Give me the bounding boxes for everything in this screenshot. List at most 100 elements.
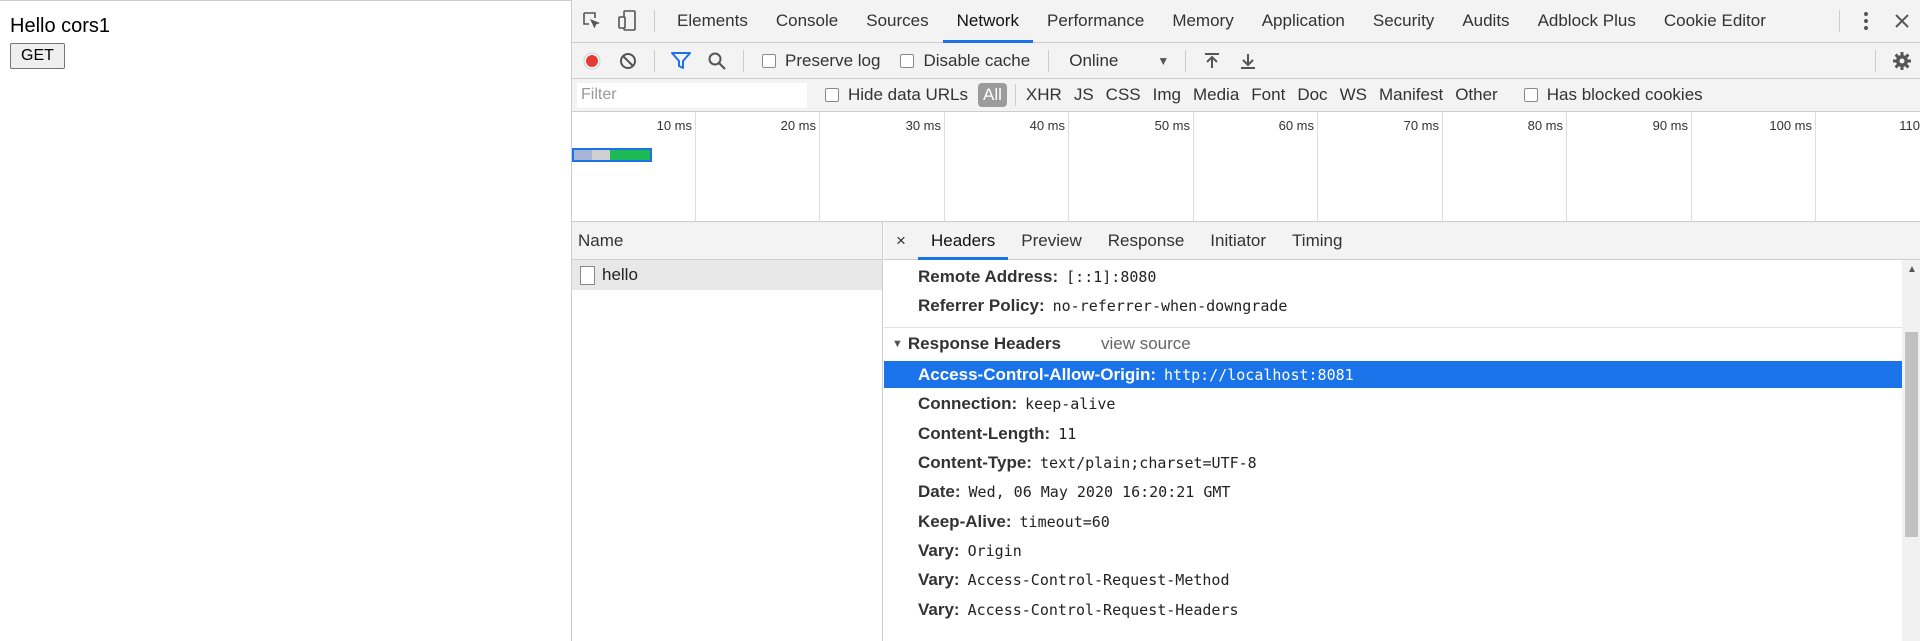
separator (654, 10, 655, 32)
preserve-log-checkbox[interactable]: Preserve log (762, 51, 880, 71)
tab-performance[interactable]: Performance (1033, 0, 1158, 43)
filter-type-font[interactable]: Font (1245, 85, 1291, 105)
view-source-link[interactable]: view source (1101, 334, 1191, 354)
response-header-row[interactable]: Keep-Alive: timeout=60 (884, 508, 1902, 535)
filter-type-css[interactable]: CSS (1100, 85, 1147, 105)
response-header-row-selected[interactable]: Access-Control-Allow-Origin: http://loca… (884, 361, 1902, 388)
filter-type-doc[interactable]: Doc (1291, 85, 1333, 105)
timeline-tick: 50 ms (1069, 112, 1194, 221)
scroll-up-arrow-icon[interactable]: ▲ (1907, 264, 1917, 275)
tab-sources[interactable]: Sources (852, 0, 942, 43)
document-icon (580, 265, 595, 285)
checkbox-box[interactable] (1523, 88, 1538, 102)
tab-headers[interactable]: Headers (918, 222, 1009, 260)
network-overview-timeline[interactable]: 10 ms 20 ms 30 ms 40 ms 50 ms 60 ms 70 m… (572, 112, 1920, 222)
get-button[interactable]: GET (10, 43, 65, 69)
response-header-row[interactable]: Content-Length: 11 (884, 420, 1902, 447)
tab-console[interactable]: Console (762, 0, 852, 43)
tab-response[interactable]: Response (1095, 222, 1198, 260)
has-blocked-cookies-checkbox[interactable]: Has blocked cookies (1523, 85, 1703, 105)
filter-type-js[interactable]: JS (1068, 85, 1100, 105)
settings-gear-icon[interactable] (1884, 43, 1920, 79)
timeline-tick: 80 ms (1443, 112, 1567, 221)
response-header-row[interactable]: Content-Type: text/plain;charset=UTF-8 (884, 449, 1902, 476)
tab-adblock-plus[interactable]: Adblock Plus (1524, 0, 1650, 43)
tab-network[interactable]: Network (942, 0, 1033, 43)
header-key: Vary: (918, 599, 960, 619)
scrollbar-thumb[interactable] (1905, 332, 1918, 537)
filter-bar: Filter Hide data URLs All XHR JS CSS Img… (572, 79, 1920, 112)
tab-memory[interactable]: Memory (1158, 0, 1247, 43)
filter-type-media[interactable]: Media (1187, 85, 1245, 105)
response-headers-section[interactable]: ▼ Response Headers view source (884, 327, 1902, 359)
filter-type-other[interactable]: Other (1449, 85, 1504, 105)
header-key: Content-Length: (918, 423, 1051, 443)
timeline-tick: 40 ms (945, 112, 1069, 221)
filter-icon[interactable] (663, 43, 699, 79)
response-header-row[interactable]: Vary: Access-Control-Request-Method (884, 566, 1902, 593)
tab-application[interactable]: Application (1248, 0, 1359, 43)
tab-preview[interactable]: Preview (1008, 222, 1094, 260)
throttle-select[interactable]: Online ▼ (1069, 51, 1169, 71)
checkbox-box[interactable] (825, 88, 839, 102)
network-toolbar: Preserve log Disable cache Online ▼ (572, 43, 1920, 79)
timeline-tick: 110 (1816, 112, 1920, 221)
has-blocked-cookies-label: Has blocked cookies (1546, 85, 1703, 104)
checkbox-box[interactable] (900, 53, 915, 68)
separator (1875, 49, 1876, 72)
response-header-row[interactable]: Connection: keep-alive (884, 390, 1902, 417)
checkbox-box[interactable] (762, 53, 776, 68)
name-column-header[interactable]: Name (572, 222, 882, 260)
tick-label: 30 ms (905, 118, 941, 133)
export-har-icon[interactable] (1230, 43, 1266, 79)
hide-data-urls-checkbox[interactable]: Hide data URLs (825, 85, 968, 105)
search-icon[interactable] (699, 43, 735, 79)
clear-icon[interactable] (610, 43, 646, 79)
header-key: Content-Type: (918, 452, 1032, 472)
waterfall-queue-segment (574, 150, 592, 160)
request-waterfall-bar (572, 148, 652, 162)
tab-cookie-editor[interactable]: Cookie Editor (1650, 0, 1780, 43)
filter-type-manifest[interactable]: Manifest (1373, 85, 1449, 105)
header-value: Wed, 06 May 2020 16:20:21 GMT (968, 482, 1231, 501)
header-key: Connection: (918, 393, 1018, 413)
detail-scrollbar[interactable]: ▲ (1902, 260, 1920, 641)
filter-type-all[interactable]: All (978, 83, 1007, 107)
disable-cache-checkbox[interactable]: Disable cache (900, 51, 1030, 71)
response-header-row[interactable]: Vary: Origin (884, 537, 1902, 564)
devtools-tabbar: Elements Console Sources Network Perform… (572, 0, 1920, 43)
close-devtools-icon[interactable] (1884, 0, 1920, 43)
tab-audits[interactable]: Audits (1448, 0, 1523, 43)
tab-timing[interactable]: Timing (1279, 222, 1355, 260)
close-icon[interactable]: × (884, 231, 918, 251)
more-menu-icon[interactable] (1848, 0, 1884, 43)
expand-triangle-icon[interactable]: ▼ (892, 338, 903, 350)
tab-elements[interactable]: Elements (663, 0, 762, 43)
response-header-row[interactable]: Date: Wed, 06 May 2020 16:20:21 GMT (884, 478, 1902, 505)
separator (1839, 10, 1840, 32)
tab-security[interactable]: Security (1359, 0, 1448, 43)
filter-type-xhr[interactable]: XHR (1020, 85, 1068, 105)
tick-label: 10 ms (656, 118, 692, 133)
header-value: keep-alive (1025, 394, 1116, 413)
tick-label: 110 (1899, 118, 1920, 133)
filter-type-img[interactable]: Img (1147, 85, 1187, 105)
disable-cache-label: Disable cache (923, 50, 1031, 70)
inspect-element-icon[interactable] (574, 0, 610, 43)
request-row[interactable]: hello (572, 260, 882, 290)
filter-type-ws[interactable]: WS (1334, 85, 1373, 105)
general-header-row[interactable]: Remote Address: [::1]:8080 (884, 263, 1902, 290)
device-toolbar-icon[interactable] (610, 0, 646, 43)
import-har-icon[interactable] (1194, 43, 1230, 79)
record-button[interactable] (574, 43, 610, 79)
filter-input[interactable]: Filter (577, 82, 807, 108)
general-header-row[interactable]: Referrer Policy: no-referrer-when-downgr… (884, 292, 1902, 319)
section-title: Response Headers (907, 333, 1061, 353)
tab-initiator[interactable]: Initiator (1197, 222, 1279, 260)
header-value: timeout=60 (1019, 512, 1110, 531)
timeline-tick: 30 ms (820, 112, 945, 221)
response-header-row[interactable]: Vary: Access-Control-Request-Headers (884, 596, 1902, 623)
separator (1048, 49, 1050, 72)
header-value: http://localhost:8081 (1164, 365, 1354, 384)
preserve-log-label: Preserve log (785, 50, 881, 70)
